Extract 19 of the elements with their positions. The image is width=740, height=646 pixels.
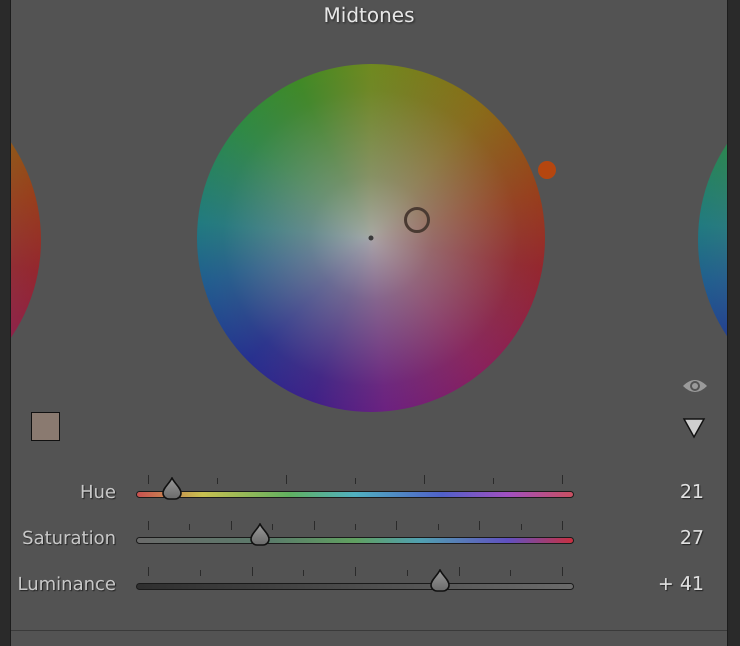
slider-thumb[interactable] [160, 477, 183, 501]
slider-track[interactable] [136, 474, 574, 502]
slider-value: 21 [678, 481, 704, 503]
eye-icon[interactable] [682, 377, 708, 395]
slider-value: + 41 [656, 573, 704, 595]
hue-dot[interactable] [538, 161, 556, 179]
center-point [368, 236, 374, 240]
slider-label: Saturation [21, 528, 117, 548]
slider-thumb[interactable] [428, 569, 451, 593]
panel-title: Midtones [324, 2, 414, 29]
triangle-icon[interactable] [682, 417, 706, 439]
slider-track[interactable] [136, 566, 574, 594]
slider-value: 27 [678, 527, 704, 549]
slider-track[interactable] [136, 520, 574, 548]
color-swatch[interactable] [31, 412, 60, 441]
slider-thumb[interactable] [248, 523, 271, 547]
handle-ring[interactable] [404, 207, 430, 233]
slider-label: Luminance [16, 574, 117, 594]
slider-label: Hue [78, 482, 117, 502]
